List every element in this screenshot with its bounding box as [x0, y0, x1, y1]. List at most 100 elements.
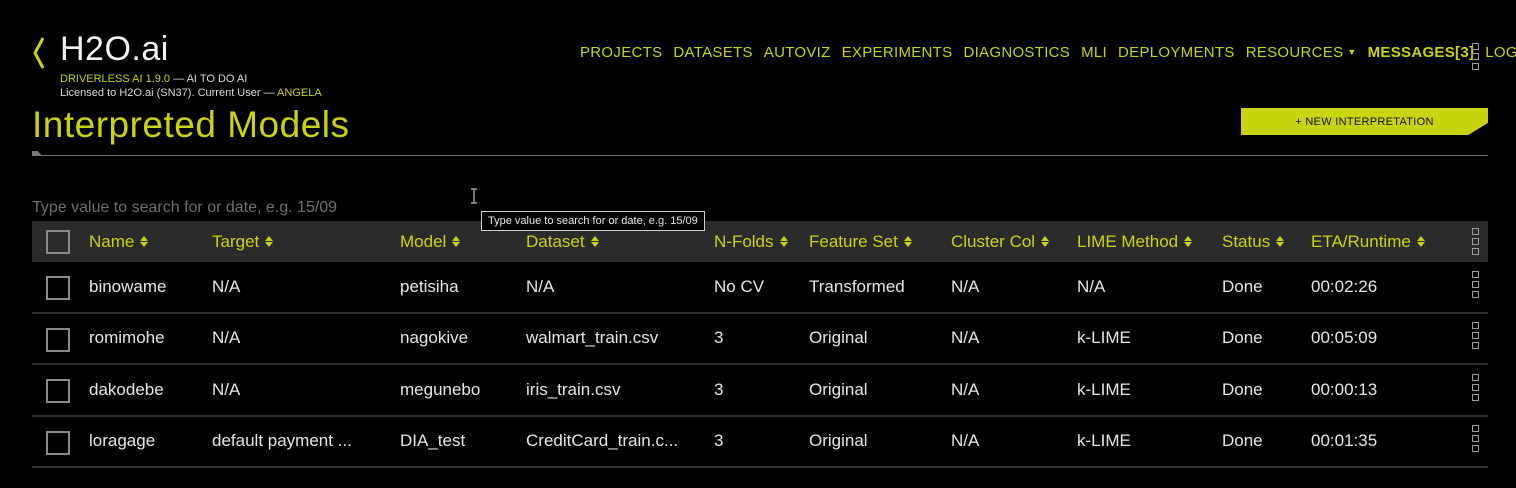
nav-projects[interactable]: PROJECTS: [580, 44, 662, 61]
cell-runtime: 00:02:26: [1311, 277, 1378, 296]
col-header-nfolds[interactable]: N-Folds: [714, 221, 788, 262]
sort-icon: [265, 236, 274, 247]
new-interpretation-button[interactable]: + NEW INTERPRETATION: [1241, 108, 1488, 135]
nav-experiments[interactable]: EXPERIMENTS: [842, 44, 953, 61]
cell-cluster-col: N/A: [951, 328, 980, 347]
text-cursor-icon: [471, 188, 477, 204]
cell-status: Done: [1222, 277, 1263, 296]
nav-datasets[interactable]: DATASETS: [673, 44, 752, 61]
current-user: ANGELA: [277, 87, 322, 99]
sort-icon: [1041, 236, 1050, 247]
col-header-name[interactable]: Name: [89, 221, 149, 262]
table-row[interactable]: dakodebe N/A megunebo iris_train.csv 3 O…: [32, 365, 1488, 417]
caret-down-icon: ▼: [1347, 47, 1357, 57]
cell-model: petisiha: [400, 277, 459, 296]
table-row[interactable]: binowame N/A petisiha N/A No CV Transfor…: [32, 262, 1488, 314]
cell-target: N/A: [212, 328, 241, 347]
cell-nfolds: 3: [714, 380, 724, 399]
sort-icon: [452, 236, 461, 247]
nav-resources[interactable]: RESOURCES ▼: [1246, 44, 1357, 61]
top-nav: PROJECTS DATASETS AUTOVIZ EXPERIMENTS DI…: [580, 44, 1516, 61]
cell-status: Done: [1222, 328, 1263, 347]
table-row[interactable]: loragage default payment ... DIA_test Cr…: [32, 416, 1488, 468]
select-all-checkbox[interactable]: [46, 230, 70, 254]
cell-feature-set: Original: [809, 380, 868, 399]
nav-resources-label: RESOURCES: [1245, 44, 1344, 61]
cell-dataset: N/A: [526, 277, 555, 296]
cell-model: megunebo: [400, 380, 481, 399]
cell-dataset: CreditCard_train.c...: [526, 431, 679, 450]
nav-autoviz[interactable]: AUTOVIZ: [764, 44, 831, 61]
row-checkbox[interactable]: [46, 431, 70, 455]
cell-model: DIA_test: [400, 431, 466, 450]
col-label: Dataset: [526, 231, 585, 251]
back-chevron-icon[interactable]: [32, 36, 46, 70]
version: DRIVERLESS AI 1.9.0: [60, 73, 171, 85]
nav-logout[interactable]: LOGOUT: [1485, 44, 1516, 61]
cell-runtime: 00:01:35: [1311, 431, 1378, 450]
col-header-model[interactable]: Model: [400, 221, 461, 262]
sort-icon: [590, 236, 599, 247]
cell-feature-set: Transformed: [809, 277, 905, 296]
title-divider: [32, 155, 1488, 156]
nav-diagnostics[interactable]: DIAGNOSTICS: [963, 44, 1070, 61]
cell-dataset: walmart_train.csv: [526, 328, 659, 347]
cell-lime-method: k-LIME: [1077, 380, 1131, 399]
col-header-status[interactable]: Status: [1222, 221, 1285, 262]
cell-model: nagokive: [400, 328, 469, 347]
sort-icon: [1416, 236, 1425, 247]
sort-icon: [779, 236, 788, 247]
cell-status: Done: [1222, 431, 1263, 450]
nav-deployments[interactable]: DEPLOYMENTS: [1118, 44, 1235, 61]
column-menu-icon[interactable]: [1472, 228, 1479, 255]
col-label: LIME Method: [1077, 231, 1179, 251]
sort-icon: [140, 236, 149, 247]
row-menu-icon[interactable]: [1472, 425, 1479, 452]
cell-lime-method: k-LIME: [1077, 431, 1131, 450]
search-input[interactable]: [32, 196, 452, 220]
col-label: Name: [89, 231, 135, 251]
col-header-feature-set[interactable]: Feature Set: [809, 221, 912, 262]
col-label: Status: [1222, 231, 1271, 251]
main-menu-icon[interactable]: [1472, 43, 1479, 70]
col-label: N-Folds: [714, 231, 774, 251]
license-text: Licensed to H2O.ai (SN37). Current User …: [60, 87, 278, 99]
cell-runtime: 00:00:13: [1311, 380, 1378, 399]
nav-mli[interactable]: MLI: [1081, 44, 1107, 61]
cell-dataset: iris_train.csv: [526, 380, 621, 399]
cell-runtime: 00:05:09: [1311, 328, 1378, 347]
cell-lime-method: k-LIME: [1077, 328, 1131, 347]
row-checkbox[interactable]: [46, 328, 70, 352]
row-menu-icon[interactable]: [1472, 322, 1479, 349]
cell-nfolds: 3: [714, 328, 724, 347]
logo-text[interactable]: H2O.ai: [60, 30, 169, 69]
table-header: Name Target Model Dataset N-Folds Featur…: [32, 221, 1488, 262]
cell-target: default payment ...: [212, 431, 352, 450]
col-label: Feature Set: [809, 231, 898, 251]
nav-messages[interactable]: MESSAGES[3]: [1368, 44, 1475, 61]
col-header-cluster-col[interactable]: Cluster Col: [951, 221, 1050, 262]
cell-name: loragage: [89, 431, 156, 450]
search-tooltip: Type value to search for or date, e.g. 1…: [481, 211, 705, 231]
cell-lime-method: N/A: [1077, 277, 1106, 296]
cell-feature-set: Original: [809, 328, 868, 347]
cell-target: N/A: [212, 380, 241, 399]
cell-nfolds: 3: [714, 431, 724, 450]
col-label: Cluster Col: [951, 231, 1036, 251]
tagline: — AI TO DO AI: [170, 73, 248, 85]
row-menu-icon[interactable]: [1472, 271, 1479, 298]
cell-name: romimohe: [89, 328, 165, 347]
license-line: Licensed to H2O.ai (SN37). Current User …: [60, 87, 322, 99]
version-line: DRIVERLESS AI 1.9.0 — AI TO DO AI: [60, 73, 247, 85]
row-checkbox[interactable]: [46, 276, 70, 300]
col-header-eta-runtime[interactable]: ETA/Runtime: [1311, 221, 1425, 262]
col-label: ETA/Runtime: [1311, 231, 1411, 251]
row-menu-icon[interactable]: [1472, 374, 1479, 401]
col-label: Target: [212, 231, 260, 251]
row-checkbox[interactable]: [46, 379, 70, 403]
col-header-lime-method[interactable]: LIME Method: [1077, 221, 1193, 262]
col-header-target[interactable]: Target: [212, 221, 274, 262]
page-title: Interpreted Models: [32, 104, 350, 145]
table-row[interactable]: romimohe N/A nagokive walmart_train.csv …: [32, 313, 1488, 365]
sort-icon: [903, 236, 912, 247]
